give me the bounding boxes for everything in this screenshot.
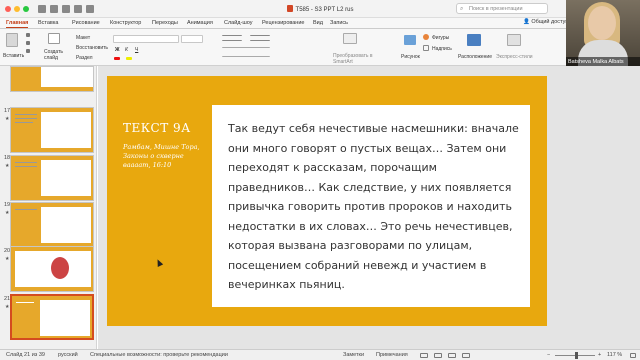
italic-icon[interactable]: К (125, 47, 128, 53)
slide-thumbnail[interactable] (10, 66, 94, 92)
textbox-button[interactable]: Надпись (432, 46, 452, 52)
transition-star-icon: ★ (5, 210, 10, 216)
accessibility-status[interactable]: Специальные возможности: проверьте реком… (90, 352, 228, 358)
ribbon-body: Вставить Создать слайд Макет Восстановит… (0, 29, 640, 66)
font-color-icon[interactable] (114, 57, 120, 60)
cut-icon[interactable] (26, 33, 30, 37)
ribbon-tabs: Главная Вставка Рисование Конструктор Пе… (0, 18, 640, 29)
share-button[interactable]: 👤 Общий доступ (523, 19, 568, 25)
slide-thumbnail[interactable] (10, 107, 94, 153)
slideshow-icon[interactable] (462, 353, 470, 358)
zoom-level[interactable]: 117 % (607, 352, 622, 358)
slide-title[interactable]: ТЕКСТ 9А (123, 121, 191, 135)
new-slide-icon[interactable] (48, 33, 60, 44)
zoom-slider-handle[interactable] (575, 352, 578, 359)
slide-counter: Слайд 21 из 39 (6, 352, 45, 358)
tab-home[interactable]: Главная (6, 20, 29, 28)
slide-body-text[interactable]: Так ведут себя нечестивые насмешники: вн… (228, 119, 524, 295)
bullets-icon[interactable] (222, 35, 242, 41)
quick-styles-button[interactable]: Экспресс-стили (496, 54, 533, 60)
status-bar: Слайд 21 из 39 русский Специальные возмо… (0, 349, 640, 360)
font-family-select[interactable] (113, 35, 179, 43)
save-icon[interactable] (50, 5, 58, 13)
slide-thumbnail[interactable] (10, 155, 94, 201)
new-slide-button[interactable]: Создать слайд (44, 49, 66, 61)
shapes-icon[interactable] (423, 34, 429, 40)
current-slide[interactable]: ТЕКСТ 9А Рамбам, Мишне Тора, Законы о ск… (107, 76, 547, 326)
tab-animations[interactable]: Анимация (187, 20, 213, 26)
transition-star-icon: ★ (5, 304, 10, 310)
participant-name: Batsheva Malka Albats (566, 57, 640, 66)
alignment-icon[interactable] (222, 47, 270, 51)
normal-view-icon[interactable] (420, 353, 428, 358)
more-icon[interactable] (86, 5, 94, 13)
text-direction-icon[interactable] (222, 56, 270, 60)
underline-icon[interactable]: Ч (135, 47, 138, 53)
maximize-window-button[interactable] (23, 6, 29, 12)
tab-view[interactable]: Вид (313, 20, 323, 26)
slide-thumbnail-selected[interactable] (10, 294, 94, 340)
redo-icon[interactable] (74, 5, 82, 13)
close-window-button[interactable] (5, 6, 11, 12)
format-painter-icon[interactable] (26, 49, 30, 53)
fit-to-window-icon[interactable] (630, 353, 636, 358)
notes-button[interactable]: Заметки (343, 352, 364, 358)
search-icon: ⌕ (460, 6, 464, 12)
transition-star-icon: ★ (5, 163, 10, 169)
convert-smartart-button[interactable]: Преобразовать в SmartArt (333, 53, 375, 65)
shapes-button[interactable]: Фигуры (432, 35, 449, 41)
tab-transitions[interactable]: Переходы (152, 20, 178, 26)
minimize-window-button[interactable] (14, 6, 20, 12)
bold-icon[interactable]: Ж (115, 47, 120, 53)
arrange-button[interactable]: Расположение (458, 54, 492, 60)
slide-subtitle[interactable]: Рамбам, Мишне Тора, Законы о скверне ваа… (123, 143, 211, 170)
search-input[interactable]: ⌕ Поиск в презентации (456, 3, 548, 14)
language-indicator[interactable]: русский (58, 352, 78, 358)
picture-icon[interactable] (404, 35, 416, 45)
copy-icon[interactable] (26, 41, 30, 45)
slide-thumbnail[interactable] (10, 246, 94, 292)
paste-button[interactable]: Вставить (3, 53, 24, 59)
highlight-icon[interactable] (126, 57, 132, 60)
reset-button[interactable]: Восстановить (76, 45, 108, 51)
tab-slideshow[interactable]: Слайд-шоу (224, 20, 253, 26)
home-icon[interactable] (38, 5, 46, 13)
portrait-thumbnail-image (51, 257, 69, 279)
tab-insert[interactable]: Вставка (38, 20, 58, 26)
transition-star-icon: ★ (5, 116, 10, 122)
section-button[interactable]: Раздел (76, 55, 93, 61)
arrange-icon[interactable] (467, 34, 481, 46)
font-size-select[interactable] (181, 35, 203, 43)
window-title: T585 - S3 PPT L2 rus (250, 5, 390, 13)
comments-button[interactable]: Примечания (376, 352, 408, 358)
powerpoint-icon (286, 5, 293, 12)
undo-icon[interactable] (62, 5, 70, 13)
participant-face (588, 6, 616, 40)
numbering-icon[interactable] (250, 35, 270, 41)
zoom-out-icon[interactable]: − (547, 352, 550, 358)
title-bar: T585 - S3 PPT L2 rus ⌕ Поиск в презентаци… (0, 0, 640, 18)
tab-review[interactable]: Рецензирование (262, 20, 304, 26)
reading-view-icon[interactable] (448, 353, 456, 358)
smartart-icon[interactable] (343, 33, 357, 44)
participant-video: Batsheva Malka Albats (566, 0, 640, 66)
picture-button[interactable]: Рисунок (401, 54, 420, 60)
tab-design[interactable]: Конструктор (110, 20, 141, 26)
paste-icon[interactable] (6, 33, 18, 47)
tab-record[interactable]: Запись (330, 20, 348, 26)
slide-thumbnail[interactable] (10, 202, 94, 248)
layout-button[interactable]: Макет (76, 35, 90, 41)
quick-styles-icon[interactable] (507, 34, 521, 46)
transition-star-icon: ★ (5, 256, 10, 262)
zoom-in-icon[interactable]: + (598, 352, 601, 358)
slide-text-box[interactable]: Так ведут себя нечестивые насмешники: вн… (212, 105, 530, 307)
slide-sorter-icon[interactable] (434, 353, 442, 358)
tab-draw[interactable]: Рисование (72, 20, 100, 26)
slide-thumbnails-panel: 17 ★ 18 ★ 19 ★ 20 ★ 21 ★ (0, 66, 97, 349)
textbox-icon[interactable] (423, 45, 429, 51)
